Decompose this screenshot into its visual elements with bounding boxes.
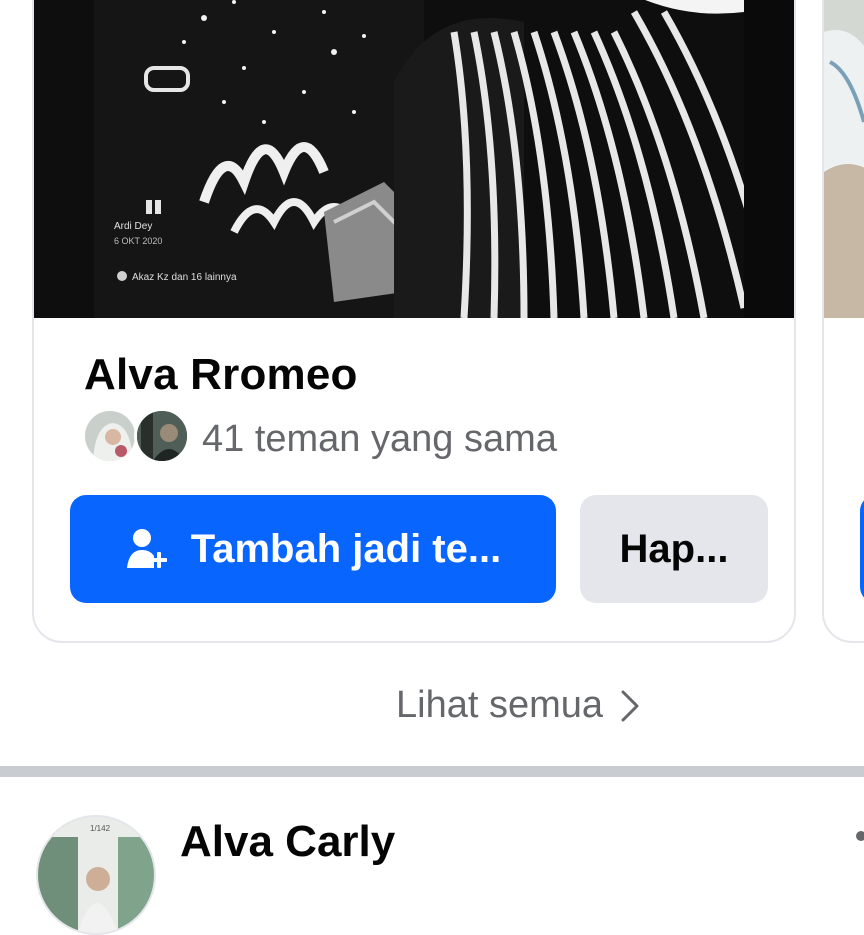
mutual-friends-count[interactable]: 41 teman yang sama <box>202 418 557 461</box>
mutual-friend-avatar <box>134 408 190 464</box>
section-divider <box>0 766 864 777</box>
mutual-friend-avatar <box>82 408 138 464</box>
profile-photo-image: Ardi Dey 6 OKT 2020 Akaz Kz dan 16 lainn… <box>34 0 794 318</box>
remove-suggestion-button[interactable]: Hap... <box>580 495 768 603</box>
add-friend-label: Tambah jadi te... <box>190 526 502 571</box>
see-all-label: Lihat semua <box>396 684 604 726</box>
next-suggestion-card[interactable] <box>822 0 864 643</box>
add-friend-button[interactable]: Tambah jadi te... <box>70 495 556 603</box>
mutual-friends-avatars <box>82 408 192 468</box>
friend-suggestion-card[interactable]: Ardi Dey 6 OKT 2020 Akaz Kz dan 16 lainn… <box>32 0 796 643</box>
profile-photo[interactable]: Ardi Dey 6 OKT 2020 Akaz Kz dan 16 lainn… <box>34 0 794 318</box>
next-profile-photo[interactable] <box>824 0 864 318</box>
add-friend-icon <box>126 529 167 568</box>
more-options-icon[interactable] <box>856 831 864 841</box>
suggested-person-name[interactable]: Alva Rromeo <box>84 350 358 400</box>
photo-text-author: Ardi Dey <box>114 221 152 232</box>
next-add-friend-button[interactable] <box>860 495 864 603</box>
remove-suggestion-label: Hap... <box>619 526 729 571</box>
photo-text-likes: Akaz Kz dan 16 lainnya <box>132 272 237 283</box>
avatar-counter: 1/142 <box>90 824 111 833</box>
see-all-link[interactable]: Lihat semua <box>396 684 643 727</box>
chevron-right-icon <box>621 690 639 721</box>
person-avatar[interactable]: 1/142 <box>36 815 156 935</box>
person-row[interactable]: 1/142 Alva Carly <box>0 777 864 935</box>
person-name[interactable]: Alva Carly <box>180 817 395 867</box>
photo-text-date: 6 OKT 2020 <box>114 236 162 246</box>
